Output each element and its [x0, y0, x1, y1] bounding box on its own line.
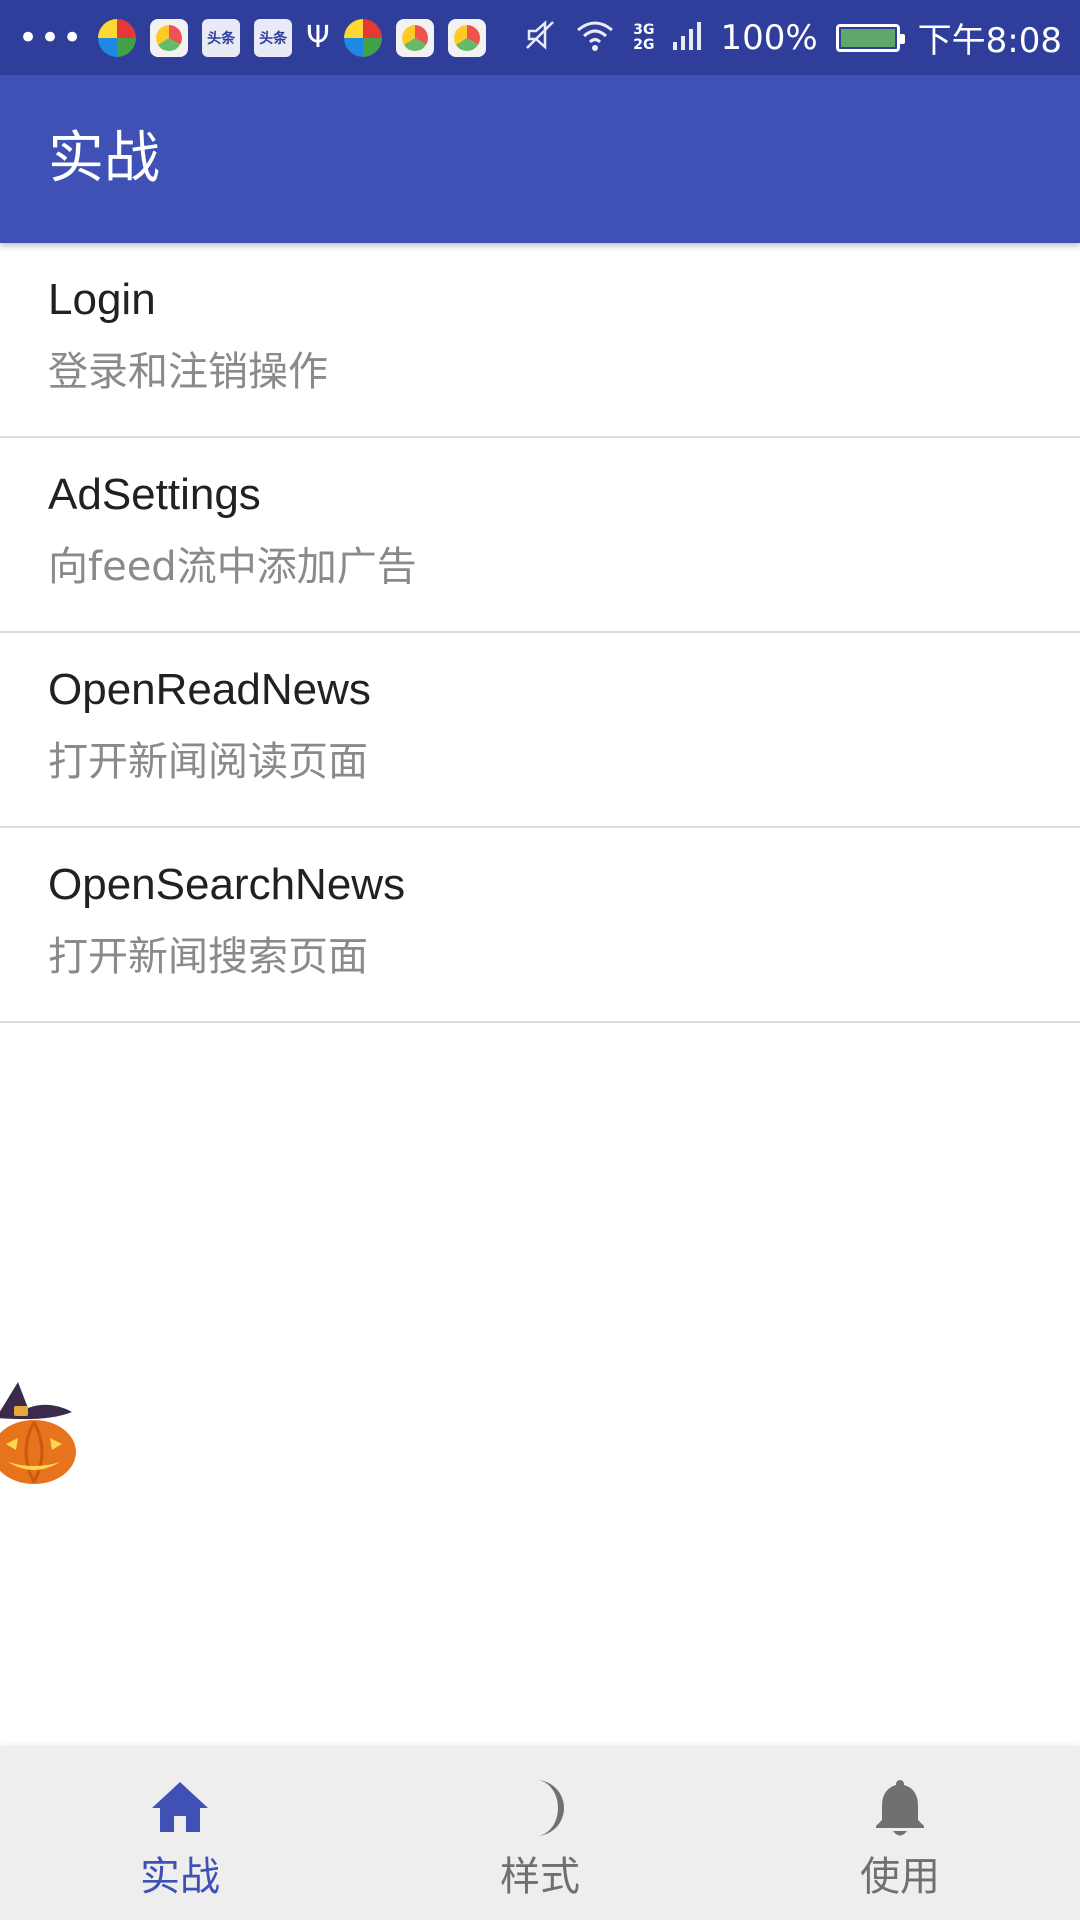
page-title: 实战: [48, 126, 160, 191]
moon-icon: [536, 1780, 564, 1836]
network-type-bottom: 2G: [633, 36, 655, 53]
news-app-icon: 头条: [202, 18, 241, 57]
wifi-icon: [575, 18, 615, 57]
list-item-opensearchnews[interactable]: OpenSearchNews 打开新闻搜索页面: [0, 828, 1080, 1023]
list-item-subtitle: 向feed流中添加广告: [48, 544, 417, 590]
tab-yangshi[interactable]: 样式: [360, 1746, 720, 1920]
pin-app-icon: [343, 18, 382, 57]
list-item-adsettings[interactable]: AdSettings 向feed流中添加广告: [0, 438, 1080, 633]
list-item-subtitle: 打开新闻阅读页面: [48, 739, 368, 785]
list-item-title: AdSettings: [48, 470, 261, 519]
tab-shiyong[interactable]: 使用: [720, 1746, 1080, 1920]
overflow-dots-icon: •••: [18, 17, 85, 58]
pin-app-icon: [98, 18, 137, 57]
home-icon: [152, 1782, 208, 1832]
ball-app-icon: [150, 18, 189, 57]
bell-icon: [876, 1780, 924, 1836]
news-app-icon: 头条: [254, 18, 293, 57]
network-type-top: 3G: [633, 21, 655, 38]
list-item-openreadnews[interactable]: OpenReadNews 打开新闻阅读页面: [0, 633, 1080, 828]
ball-app-icon: [447, 18, 486, 57]
battery-percent: 100%: [720, 17, 818, 58]
battery-level-fill: [840, 28, 895, 47]
network-type-indicator: 3G 2G: [633, 21, 655, 53]
list-item-title: OpenReadNews: [48, 665, 371, 714]
tab-label: 实战: [140, 1854, 220, 1900]
list-item-title: OpenSearchNews: [48, 860, 406, 909]
battery-icon: [835, 23, 905, 52]
list-item-title: Login: [48, 275, 156, 324]
signal-icon: [672, 18, 702, 57]
action-list: Login 登录和注销操作 AdSettings 向feed流中添加广告 Ope…: [0, 243, 1080, 1023]
status-bar: ••• 头条 头条 Ψ 3G 2G 100% 下午8:08: [0, 0, 1080, 75]
halloween-pumpkin-icon[interactable]: [0, 1378, 84, 1486]
ball-app-icon: [395, 18, 434, 57]
list-item-subtitle: 打开新闻搜索页面: [48, 934, 368, 980]
usb-icon: Ψ: [306, 19, 330, 55]
list-item-login[interactable]: Login 登录和注销操作: [0, 243, 1080, 438]
system-status-area: 3G 2G 100% 下午8:08: [523, 0, 1062, 75]
bottom-navigation: 实战 样式 使用: [0, 1746, 1080, 1920]
clock: 下午8:08: [917, 21, 1062, 61]
notification-area: ••• 头条 头条 Ψ: [18, 0, 486, 75]
app-bar: 实战: [0, 75, 1080, 243]
mute-icon: [523, 18, 557, 57]
tab-shizhan[interactable]: 实战: [0, 1746, 360, 1920]
tab-label: 样式: [500, 1854, 580, 1900]
list-item-subtitle: 登录和注销操作: [48, 349, 328, 395]
tab-label: 使用: [860, 1854, 940, 1900]
